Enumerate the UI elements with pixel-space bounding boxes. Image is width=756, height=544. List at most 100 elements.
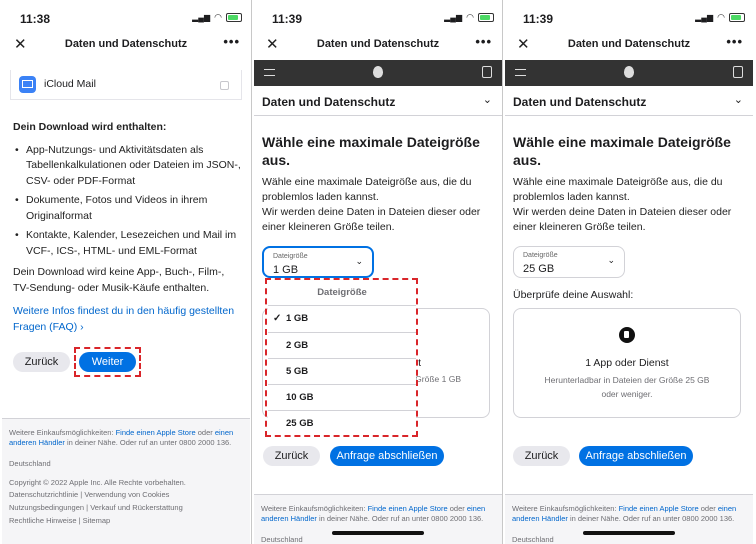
description-line: Wir werden deine Daten in Dateien dieser… (513, 206, 732, 233)
partial-text: Größe 1 GB (415, 374, 461, 384)
battery-icon (478, 13, 494, 22)
download-summary: Dein Download wird enthalten: App-Nutzun… (13, 120, 241, 335)
file-size-select[interactable]: Dateigröße 25 GB ⌄ (513, 246, 625, 278)
status-icons: ▂▄▆ ◠ (444, 12, 494, 23)
phone-screen-1: 11:38 ▂▄▆ ◠ ✕ Daten und Datenschutz ••• … (2, 0, 250, 544)
review-heading: Überprüfe deine Auswahl: (513, 289, 634, 301)
footer-link[interactable]: Verwendung von Cookies (84, 490, 169, 499)
footer-link[interactable]: Sitemap (83, 516, 111, 525)
download-heading: Dein Download wird enthalten: (13, 121, 167, 133)
description-line: Wähle eine maximale Dateigröße aus, die … (513, 176, 723, 203)
excluded-text: Dein Download wird keine App-, Buch-, Fi… (13, 266, 225, 294)
home-indicator (583, 531, 675, 535)
back-button[interactable]: Zurück (13, 352, 70, 372)
nav-bar: ✕ Daten und Datenschutz ••• (2, 34, 250, 58)
footer: Weitere Einkaufsmöglichkeiten: Finde ein… (254, 494, 502, 544)
document-icon (619, 327, 635, 343)
menu-icon[interactable] (515, 69, 526, 76)
description: Wähle eine maximale Dateigröße aus, die … (513, 175, 745, 235)
submit-button[interactable]: Anfrage abschließen (579, 446, 693, 466)
nav-title: Daten und Datenschutz (64, 38, 188, 50)
download-list: App-Nutzungs- und Aktivitätsdaten als Ta… (13, 143, 241, 260)
footer-link[interactable]: Datenschutzrichtlinie (9, 490, 78, 499)
more-icon[interactable]: ••• (475, 34, 492, 49)
apple-logo-icon[interactable] (624, 66, 634, 78)
section-header[interactable]: Daten und Datenschutz ⌄ (254, 88, 502, 116)
status-icons: ▂▄▆ ◠ (192, 12, 242, 23)
list-item: App-Nutzungs- und Aktivitätsdaten als Ta… (13, 143, 241, 190)
footer-links: Nutzungsbedingungen | Verkauf und Rücker… (9, 503, 183, 512)
icloud-mail-row[interactable]: iCloud Mail (10, 70, 242, 100)
nav-bar: ✕ Daten und Datenschutz ••• (254, 34, 502, 58)
footer-country[interactable]: Deutschland (9, 459, 245, 469)
highlight-dropdown (265, 278, 418, 437)
page-heading: Wähle eine maximale Dateigröße aus. (262, 134, 480, 168)
chevron-down-icon: ⌄ (355, 256, 363, 266)
select-label: Dateigröße (273, 253, 308, 260)
footer-link[interactable]: Nutzungsbedingungen (9, 503, 84, 512)
clock: 11:39 (272, 12, 303, 26)
footer-links: Datenschutzrichtlinie | Verwendung von C… (9, 490, 170, 499)
file-size-select[interactable]: Dateigröße 1 GB ⌄ (262, 246, 374, 278)
wifi-icon: ◠ (717, 12, 725, 22)
description: Wähle eine maximale Dateigröße aus, die … (262, 175, 494, 235)
footer-shop-text: Weitere Einkaufsmöglichkeiten: Finde ein… (261, 504, 486, 523)
divider (502, 0, 503, 544)
nav-title: Daten und Datenschutz (567, 38, 691, 50)
page-heading: Wähle eine maximale Dateigröße aus. (513, 134, 731, 168)
footer-country[interactable]: Deutschland (512, 535, 748, 544)
footer: Weitere Einkaufsmöglichkeiten: Finde ein… (505, 494, 753, 544)
clock: 11:38 (20, 12, 51, 26)
highlight-next (74, 347, 141, 377)
apple-logo-icon[interactable] (373, 66, 383, 78)
list-item: Kontakte, Kalender, Lesezeichen und Mail… (13, 228, 241, 259)
nav-bar: ✕ Daten und Datenschutz ••• (505, 34, 753, 58)
submit-button[interactable]: Anfrage abschließen (330, 446, 444, 466)
menu-icon[interactable] (264, 69, 275, 76)
status-bar: 11:38 ▂▄▆ ◠ (2, 0, 250, 34)
phone-screen-3: 11:39 ▂▄▆ ◠ ✕ Daten und Datenschutz ••• … (505, 0, 753, 544)
review-description: Herunterladbar in Dateien der Größe 25 G… (544, 375, 710, 399)
bag-icon[interactable] (733, 66, 743, 78)
store-link[interactable]: Finde einen Apple Store (619, 504, 699, 513)
footer-links: Rechtliche Hinweise | Sitemap (9, 516, 111, 525)
review-title: 1 App oder Dienst (585, 357, 669, 369)
chevron-down-icon: ⌄ (607, 255, 615, 265)
status-bar: 11:39 ▂▄▆ ◠ (505, 0, 753, 34)
cellular-signal-icon: ▂▄▆ (695, 13, 714, 22)
footer-link[interactable]: Verkauf und Rückerstattung (90, 503, 183, 512)
list-item: Dokumente, Fotos und Videos in ihrem Ori… (13, 193, 241, 224)
mail-icon (19, 76, 36, 93)
chevron-down-icon: ⌄ (733, 94, 743, 106)
icloud-mail-label: iCloud Mail (44, 78, 96, 90)
faq-link[interactable]: Weitere Infos findest du in den häufig g… (13, 304, 241, 335)
description-line: Wähle eine maximale Dateigröße aus, die … (262, 176, 472, 203)
bag-icon[interactable] (482, 66, 492, 78)
more-icon[interactable]: ••• (726, 34, 743, 49)
cellular-signal-icon: ▂▄▆ (444, 13, 463, 22)
footer-link[interactable]: Rechtliche Hinweise (9, 516, 77, 525)
store-link[interactable]: Finde einen Apple Store (368, 504, 448, 513)
more-icon[interactable]: ••• (223, 34, 240, 49)
status-bar: 11:39 ▂▄▆ ◠ (254, 0, 502, 34)
back-button[interactable]: Zurück (263, 446, 320, 466)
divider (251, 0, 252, 544)
footer-copyright: Copyright © 2022 Apple Inc. Alle Rechte … (9, 478, 186, 487)
store-link[interactable]: Finde einen Apple Store (116, 428, 196, 437)
back-button[interactable]: Zurück (513, 446, 570, 466)
section-header[interactable]: Daten und Datenschutz ⌄ (505, 88, 753, 116)
nav-title: Daten und Datenschutz (316, 38, 440, 50)
cellular-signal-icon: ▂▄▆ (192, 13, 211, 22)
wifi-icon: ◠ (466, 12, 474, 22)
battery-icon (226, 13, 242, 22)
battery-icon (729, 13, 745, 22)
section-title: Daten und Datenschutz (513, 95, 647, 109)
select-value: 1 GB (273, 264, 299, 276)
chevron-down-icon: ⌄ (482, 94, 492, 106)
footer-shop-text: Weitere Einkaufsmöglichkeiten: Finde ein… (512, 504, 737, 523)
home-indicator (332, 531, 424, 535)
footer-shop-text: Weitere Einkaufsmöglichkeiten: Finde ein… (9, 428, 234, 447)
footer-country[interactable]: Deutschland (261, 535, 497, 544)
icloud-mail-checkbox[interactable] (220, 81, 229, 90)
select-value: 25 GB (523, 263, 555, 275)
